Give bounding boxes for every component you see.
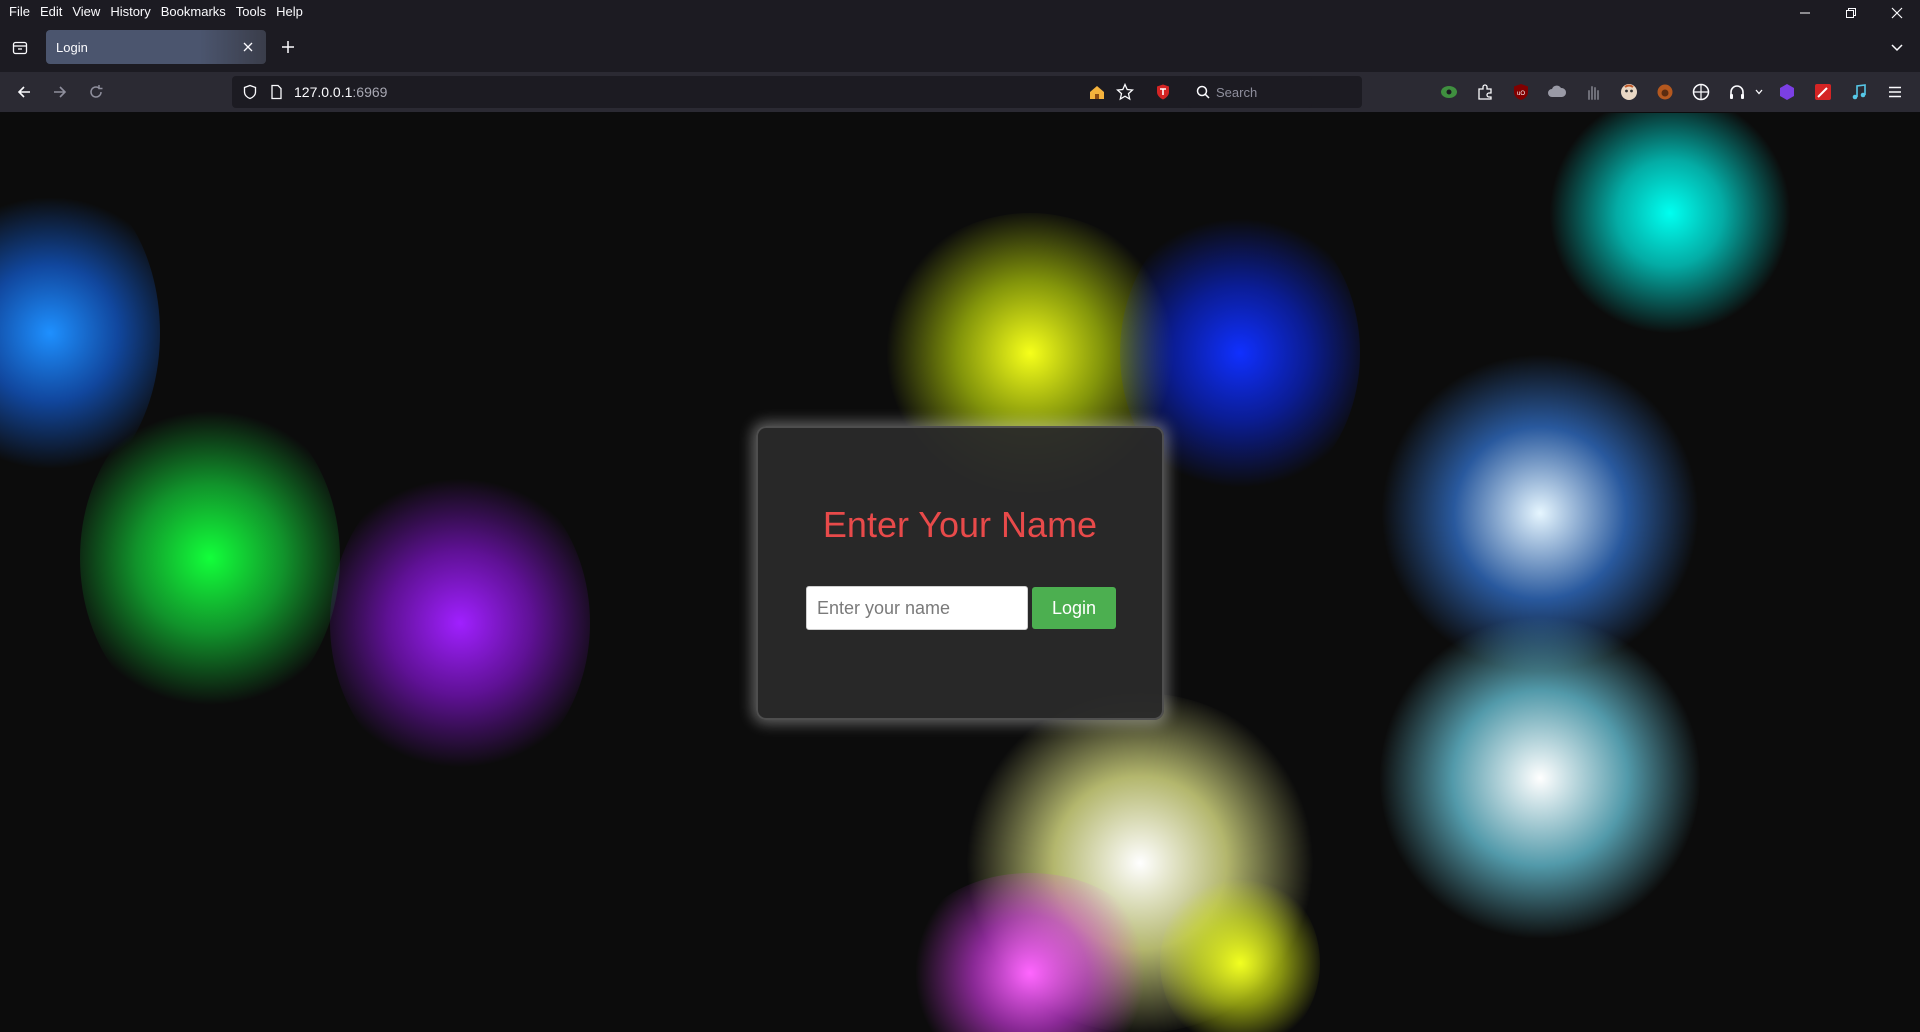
- home-button[interactable]: [1082, 76, 1112, 108]
- chevron-down-icon: [1891, 44, 1903, 52]
- hex-icon: [1780, 84, 1794, 100]
- svg-text:uO: uO: [1517, 91, 1525, 97]
- page-info-icon[interactable]: [264, 80, 288, 104]
- bookmark-star-button[interactable]: [1110, 76, 1140, 108]
- search-input[interactable]: Search: [1188, 76, 1312, 108]
- music-icon: [1852, 84, 1866, 100]
- close-icon: [1891, 7, 1903, 19]
- firefox-view-icon: [12, 41, 28, 55]
- forward-arrow-icon: [54, 86, 67, 98]
- glow-blob: [1380, 613, 1700, 943]
- globe-extension-button[interactable]: [1686, 76, 1716, 108]
- tracking-protection-shield-icon[interactable]: [238, 80, 262, 104]
- tab-title: Login: [56, 39, 88, 55]
- new-tab-button[interactable]: [270, 30, 306, 64]
- puzzle-icon: [1478, 84, 1492, 100]
- login-card: Enter Your Name Login: [756, 426, 1164, 720]
- glow-blob: [80, 393, 340, 723]
- menu-tools[interactable]: Tools: [231, 4, 271, 19]
- shield-extension-icon: [1157, 84, 1169, 100]
- avatar-icon: [1621, 84, 1637, 100]
- hand-icon: [1588, 86, 1599, 100]
- navigation-toolbar: 127.0.0.1:6969 Search uO: [0, 72, 1920, 113]
- avatar-extension-button[interactable]: [1614, 76, 1644, 108]
- headphones-dropdown-button[interactable]: [1752, 76, 1766, 108]
- plus-icon: [282, 41, 294, 53]
- eye-extension-icon: [1441, 86, 1457, 98]
- app-menu-button[interactable]: [1880, 76, 1910, 108]
- firefox-view-button[interactable]: [0, 29, 40, 65]
- reload-icon: [90, 85, 103, 98]
- search-placeholder: Search: [1216, 84, 1258, 100]
- shield-extension-button[interactable]: [1148, 76, 1178, 108]
- tab-login[interactable]: Login: [46, 30, 266, 64]
- extensions-button[interactable]: [1470, 76, 1500, 108]
- page-title: Enter Your Name: [822, 504, 1098, 545]
- menu-history[interactable]: History: [105, 4, 155, 19]
- browser-chrome: File Edit View History Bookmarks Tools H…: [0, 0, 1920, 113]
- page-viewport: Enter Your Name Login: [0, 113, 1920, 1032]
- name-input[interactable]: [806, 586, 1028, 630]
- glow-blob: [330, 463, 590, 783]
- cloud-icon: [1548, 85, 1567, 97]
- search-icon: [1196, 85, 1210, 99]
- pen-extension-button[interactable]: [1808, 76, 1838, 108]
- back-arrow-icon: [17, 86, 30, 98]
- hex-extension-button[interactable]: [1772, 76, 1802, 108]
- headphones-extension-button[interactable]: [1722, 76, 1752, 108]
- ublock-icon: uO: [1514, 84, 1528, 100]
- headphones-icon: [1730, 85, 1744, 99]
- tab-close-button[interactable]: [240, 39, 256, 55]
- pen-icon: [1815, 84, 1831, 100]
- reload-button[interactable]: [78, 76, 114, 108]
- chevron-down-icon: [1755, 89, 1763, 95]
- globe-icon: [1692, 83, 1710, 101]
- extensions-toolbar: uO: [1434, 76, 1916, 108]
- hand-extension-button[interactable]: [1578, 76, 1608, 108]
- cloud-extension-button[interactable]: [1542, 76, 1572, 108]
- menu-file[interactable]: File: [4, 4, 35, 19]
- menu-icon: [1889, 86, 1901, 98]
- ublock-button[interactable]: uO: [1506, 76, 1536, 108]
- menu-bookmarks[interactable]: Bookmarks: [156, 4, 231, 19]
- fox-icon: [1657, 84, 1673, 100]
- glow-blob: [1540, 113, 1800, 333]
- url-host: 127.0.0.1: [294, 84, 353, 100]
- eye-extension-button[interactable]: [1434, 76, 1464, 108]
- forward-button[interactable]: [42, 76, 78, 108]
- menu-view[interactable]: View: [67, 4, 105, 19]
- music-extension-button[interactable]: [1844, 76, 1874, 108]
- star-icon: [1116, 83, 1134, 101]
- restore-icon: [1846, 8, 1856, 18]
- minimize-icon: [1800, 12, 1810, 14]
- list-all-tabs-button[interactable]: [1884, 34, 1910, 60]
- login-button[interactable]: Login: [1032, 587, 1116, 629]
- back-button[interactable]: [6, 76, 42, 108]
- home-icon: [1090, 86, 1104, 99]
- tab-bar: Login: [0, 22, 1920, 72]
- menu-bar: File Edit View History Bookmarks Tools H…: [0, 0, 1920, 22]
- menu-help[interactable]: Help: [271, 4, 308, 19]
- menu-edit[interactable]: Edit: [35, 4, 67, 19]
- fox-extension-button[interactable]: [1650, 76, 1680, 108]
- close-icon: [243, 42, 253, 52]
- url-port: :6969: [352, 84, 388, 100]
